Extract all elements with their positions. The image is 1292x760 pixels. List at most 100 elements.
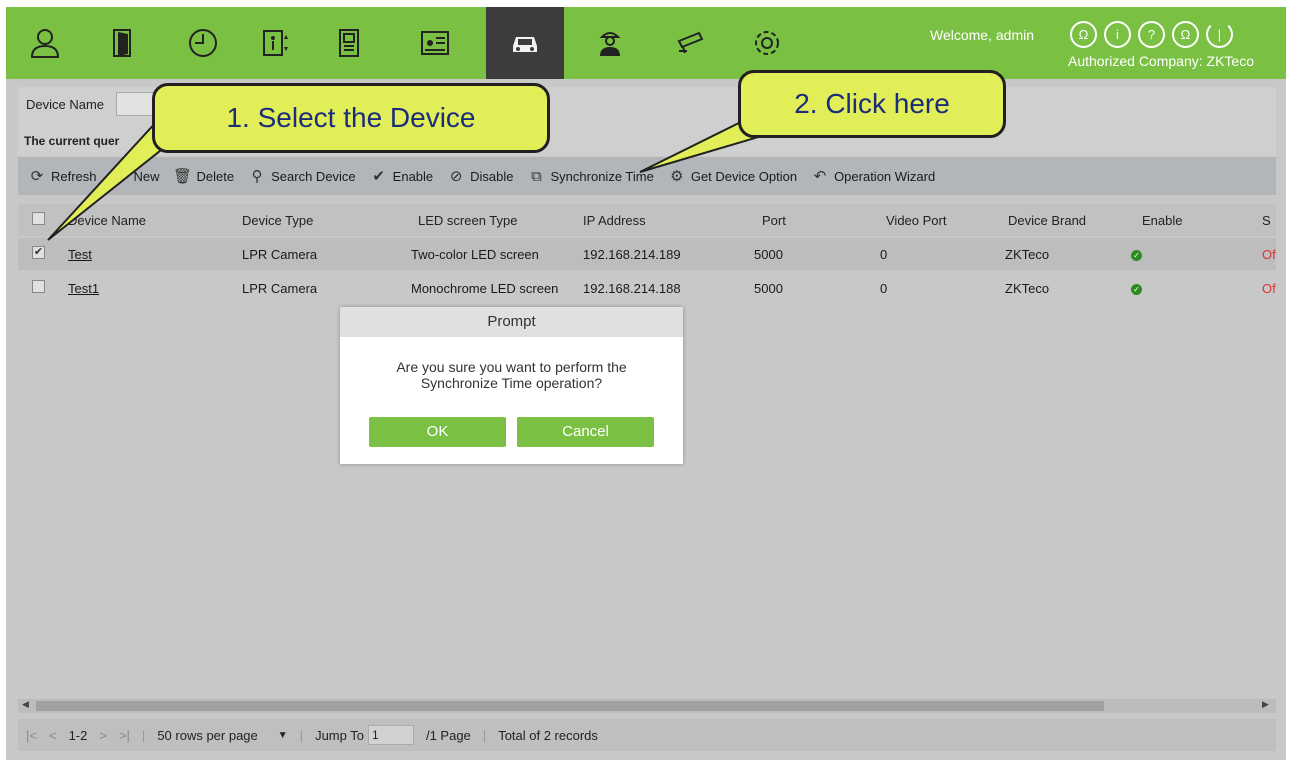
scroll-right-icon[interactable]: ▶ bbox=[1262, 699, 1269, 710]
door-icon[interactable] bbox=[84, 7, 162, 79]
delete-button[interactable]: 🗑 Delete bbox=[173, 167, 235, 185]
device-name-link[interactable]: Test1 bbox=[68, 281, 99, 296]
top-nav-bar: Welcome, admin Authorized Company: ZKTec… bbox=[6, 7, 1286, 79]
options-icon: ⚙ bbox=[670, 168, 684, 185]
disable-button[interactable]: ⊘ Disable bbox=[447, 167, 514, 185]
help-icon[interactable]: ? bbox=[1138, 21, 1165, 48]
operation-wizard-label: Operation Wizard bbox=[834, 168, 936, 184]
info-icon[interactable]: i bbox=[1104, 21, 1131, 48]
search-device-button[interactable]: ⚲ Search Device bbox=[248, 167, 356, 185]
car-icon[interactable] bbox=[486, 7, 564, 79]
sync-time-button[interactable]: ⧉ Synchronize Time bbox=[528, 167, 654, 185]
visitor-icon[interactable] bbox=[571, 7, 649, 79]
building-icon[interactable] bbox=[310, 7, 388, 79]
refresh-button[interactable]: ⟳ Refresh bbox=[28, 167, 97, 185]
device-type-cell: LPR Camera bbox=[242, 247, 318, 262]
operation-wizard-button[interactable]: ↶ Operation Wizard bbox=[811, 167, 935, 185]
col-device-name[interactable]: Device Name bbox=[68, 213, 146, 228]
page-count: /1 Page bbox=[425, 727, 471, 743]
callout-click-here: 2. Click here bbox=[738, 70, 1006, 138]
video-port-cell: 0 bbox=[880, 247, 888, 262]
chevron-down-icon[interactable]: ▼ bbox=[278, 730, 288, 741]
wizard-icon: ↶ bbox=[813, 168, 827, 185]
new-icon: ✚ bbox=[113, 168, 126, 185]
search-device-label: Search Device bbox=[271, 168, 356, 184]
dialog-message: Are you sure you want to perform the Syn… bbox=[340, 359, 683, 391]
toolbar: ⟳ Refresh ✚ New 🗑 Delete ⚲ Search Device… bbox=[18, 157, 1276, 195]
enabled-check-icon: ✓ bbox=[1131, 284, 1142, 295]
next-page-icon[interactable]: > bbox=[99, 728, 107, 743]
new-label: New bbox=[133, 168, 160, 184]
get-device-option-button[interactable]: ⚙ Get Device Option bbox=[668, 167, 797, 185]
user-icon[interactable]: Ω bbox=[1070, 21, 1097, 48]
select-all-checkbox[interactable] bbox=[32, 212, 45, 225]
rows-per-page-select[interactable]: 50 rows per page bbox=[157, 728, 257, 743]
new-button[interactable]: ✚ New bbox=[111, 167, 160, 185]
refresh-label: Refresh bbox=[51, 168, 97, 184]
scroll-left-icon[interactable]: ◀ bbox=[22, 699, 29, 710]
enable-label: Enable bbox=[392, 168, 434, 184]
sync-time-icon: ⧉ bbox=[531, 167, 542, 185]
prompt-dialog: Prompt Are you sure you want to perform … bbox=[340, 307, 683, 464]
first-page-icon[interactable]: |< bbox=[26, 728, 37, 743]
disable-label: Disable bbox=[470, 168, 514, 184]
col-device-type[interactable]: Device Type bbox=[242, 213, 313, 228]
col-video-port[interactable]: Video Port bbox=[886, 213, 946, 228]
disable-icon: ⊘ bbox=[449, 168, 463, 185]
power-icon[interactable]: | bbox=[1206, 21, 1233, 48]
gear-icon[interactable] bbox=[728, 7, 806, 79]
delete-label: Delete bbox=[196, 168, 235, 184]
account-icon[interactable]: Ω bbox=[1172, 21, 1199, 48]
brand-cell: ZKTeco bbox=[1005, 281, 1050, 296]
page-range: 1-2 bbox=[68, 727, 88, 743]
cancel-button[interactable]: Cancel bbox=[517, 417, 654, 447]
jump-label: Jump To bbox=[315, 727, 364, 743]
dialog-message-line1: Are you sure you want to perform the bbox=[396, 359, 627, 375]
pager-divider: | bbox=[141, 727, 146, 743]
pagination-bar: |< < 1-2 > >| | 50 rows per page ▼ | Jum… bbox=[18, 719, 1276, 751]
led-type-cell: Monochrome LED screen bbox=[411, 281, 559, 296]
row-checkbox[interactable] bbox=[32, 280, 45, 293]
col-port[interactable]: Port bbox=[762, 213, 786, 228]
callout-select-device: 1. Select the Device bbox=[152, 83, 550, 153]
status-cell: Of bbox=[1262, 247, 1276, 262]
welcome-text: Welcome, admin bbox=[930, 27, 1035, 43]
ip-cell: 192.168.214.188 bbox=[583, 281, 681, 296]
port-cell: 5000 bbox=[754, 247, 783, 262]
ok-button[interactable]: OK bbox=[369, 417, 506, 447]
clock-icon[interactable] bbox=[164, 7, 242, 79]
scrollbar-thumb[interactable] bbox=[36, 701, 1104, 711]
col-enable[interactable]: Enable bbox=[1142, 213, 1182, 228]
get-device-option-label: Get Device Option bbox=[690, 168, 798, 184]
refresh-icon: ⟳ bbox=[30, 168, 44, 185]
led-type-cell: Two-color LED screen bbox=[411, 247, 539, 262]
prev-page-icon[interactable]: < bbox=[49, 728, 57, 743]
table-row[interactable]: Test1 LPR Camera Monochrome LED screen 1… bbox=[18, 272, 1276, 304]
total-records: Total of 2 records bbox=[498, 727, 598, 743]
camera-icon[interactable] bbox=[652, 7, 730, 79]
brand-cell: ZKTeco bbox=[1005, 247, 1050, 262]
port-cell: 5000 bbox=[754, 281, 783, 296]
pager-divider: | bbox=[482, 727, 487, 743]
id-card-icon[interactable] bbox=[396, 7, 474, 79]
col-status[interactable]: S bbox=[1262, 213, 1271, 228]
pager-divider: | bbox=[299, 727, 304, 743]
col-ip-address[interactable]: IP Address bbox=[583, 213, 646, 228]
delete-icon: 🗑 bbox=[173, 168, 193, 185]
device-name-link[interactable]: Test bbox=[68, 247, 92, 262]
dialog-title: Prompt bbox=[340, 307, 683, 337]
jump-to-input[interactable]: 1 bbox=[367, 725, 414, 745]
last-page-icon[interactable]: >| bbox=[119, 728, 130, 743]
col-device-brand[interactable]: Device Brand bbox=[1008, 213, 1086, 228]
row-checkbox-checked[interactable]: ✔ bbox=[32, 246, 45, 259]
person-icon[interactable] bbox=[6, 7, 84, 79]
ip-cell: 192.168.214.189 bbox=[583, 247, 681, 262]
table-header: Device Name Device Type LED screen Type … bbox=[18, 204, 1276, 236]
table-row[interactable]: ✔ Test LPR Camera Two-color LED screen 1… bbox=[18, 238, 1276, 270]
col-led-type[interactable]: LED screen Type bbox=[418, 213, 517, 228]
device-name-filter-input[interactable] bbox=[116, 92, 156, 116]
enable-button[interactable]: ✔ Enable bbox=[370, 167, 433, 185]
horizontal-scrollbar[interactable]: ◀ ▶ bbox=[18, 699, 1276, 713]
app-window: Welcome, admin Authorized Company: ZKTec… bbox=[0, 0, 1292, 760]
elevator-icon[interactable] bbox=[236, 7, 314, 79]
